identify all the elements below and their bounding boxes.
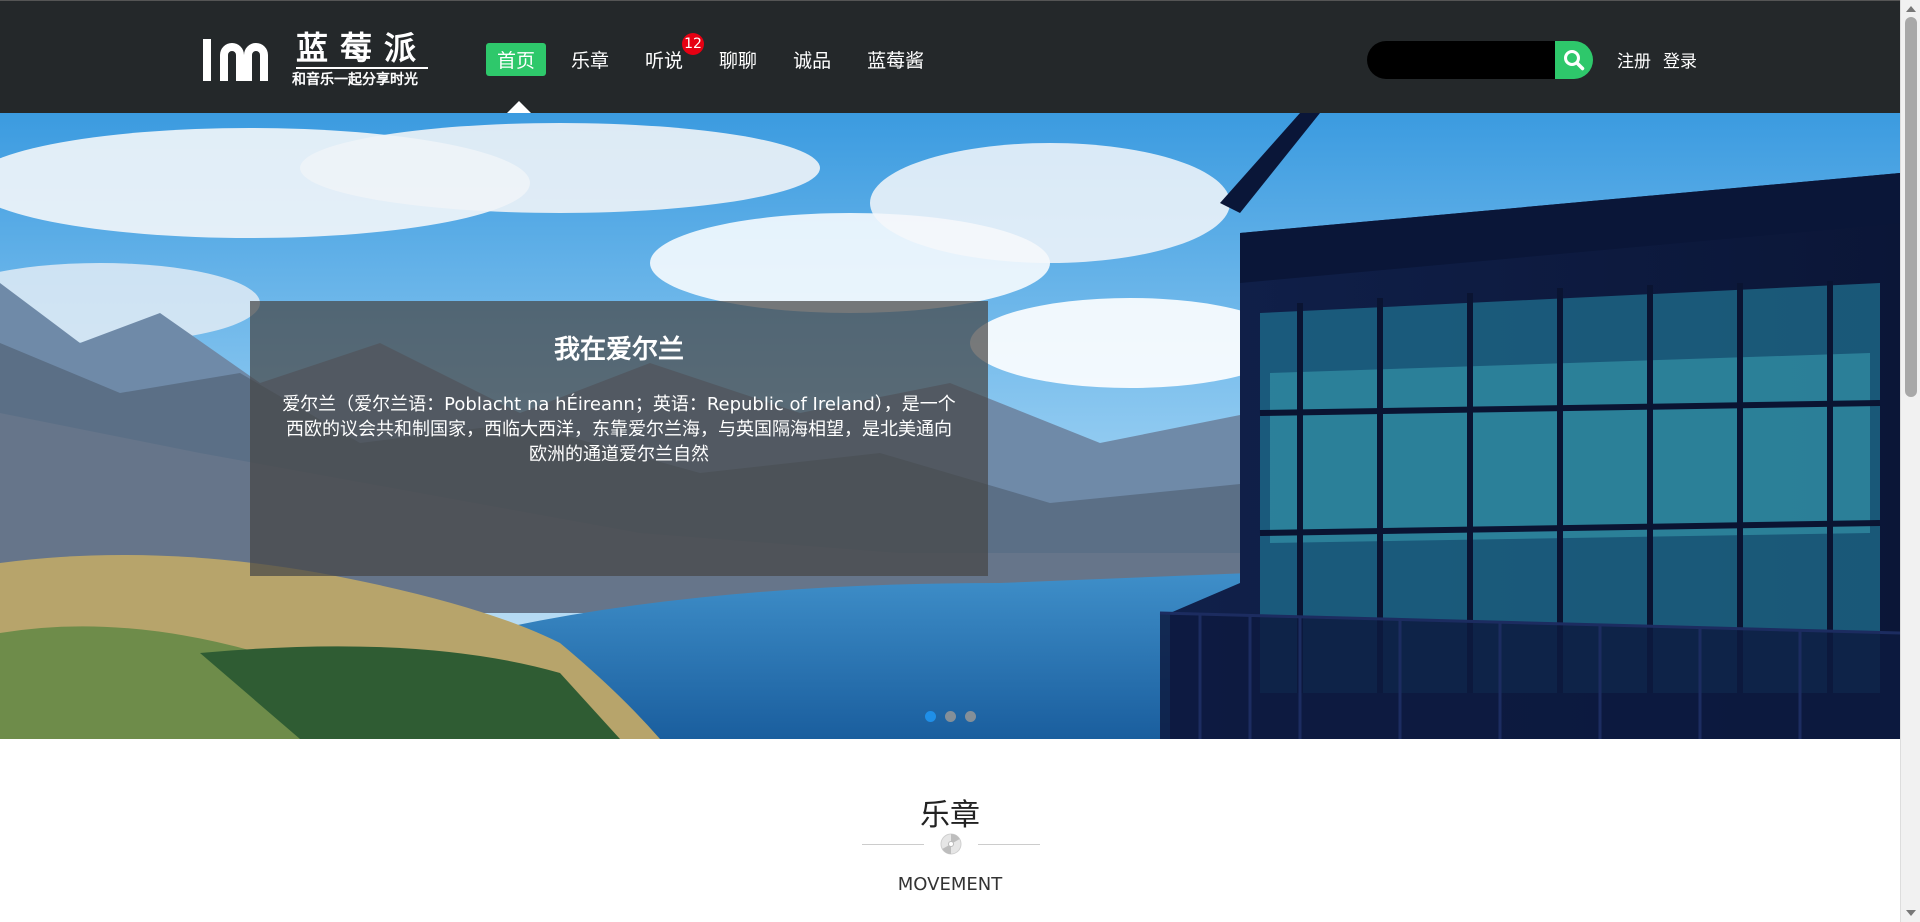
active-nav-caret [507, 101, 531, 113]
page-scrollbar[interactable] [1900, 0, 1920, 922]
top-header: 蓝莓派 和音乐一起分享时光 首页 乐章 听说 12 聊聊 诚品 蓝莓酱 注册 登… [0, 0, 1900, 113]
section-title: 乐章 [920, 798, 980, 833]
nav-item-movement[interactable]: 乐章 [560, 43, 620, 76]
main-nav: 首页 乐章 听说 12 聊聊 诚品 蓝莓酱 [486, 32, 949, 76]
nav-item-blueberry-jam[interactable]: 蓝莓酱 [856, 43, 935, 76]
site-logo[interactable]: 蓝莓派 和音乐一起分享时光 [200, 29, 430, 89]
carousel-dot-3[interactable] [965, 711, 976, 722]
search-icon [1564, 50, 1585, 71]
caption-text: 爱尔兰（爱尔兰语：Poblacht na hÉireann；英语：Republi… [282, 394, 956, 465]
section-divider [862, 833, 1040, 855]
search-button[interactable] [1555, 41, 1593, 79]
logo-title: 蓝莓派 [296, 29, 429, 69]
scroll-up-arrow-icon[interactable] [1906, 6, 1916, 12]
register-link[interactable]: 注册 [1617, 47, 1651, 72]
hero-carousel[interactable]: 我在爱尔兰 爱尔兰（爱尔兰语：Poblacht na hÉireann；英语：R… [0, 113, 1900, 739]
nav-item-listen[interactable]: 听说 12 [634, 32, 705, 76]
search-bar [1367, 41, 1593, 79]
notification-badge: 12 [682, 32, 705, 55]
login-link[interactable]: 登录 [1663, 47, 1697, 72]
disc-icon [940, 833, 962, 855]
divider-line-right [978, 844, 1040, 845]
carousel-dot-2[interactable] [945, 711, 956, 722]
section-subtitle: MOVEMENT [897, 874, 1003, 895]
caption-title: 我在爱尔兰 [553, 335, 684, 365]
nav-label: 诚品 [793, 49, 832, 72]
banner-caption: 我在爱尔兰 爱尔兰（爱尔兰语：Poblacht na hÉireann；英语：R… [250, 301, 988, 576]
auth-links: 注册 登录 [1617, 47, 1697, 72]
scroll-down-arrow-icon[interactable] [1906, 910, 1916, 916]
scrollbar-thumb[interactable] [1905, 17, 1917, 397]
nav-label: 聊聊 [719, 49, 758, 72]
nav-label: 听说 [645, 49, 684, 72]
carousel-dot-1[interactable] [925, 711, 936, 722]
nav-item-chat[interactable]: 聊聊 [708, 43, 768, 76]
carousel-dots [925, 711, 976, 722]
logo-subtitle: 和音乐一起分享时光 [292, 72, 418, 88]
nav-item-home[interactable]: 首页 [486, 42, 547, 76]
search-input[interactable] [1367, 41, 1555, 79]
nav-label: 乐章 [571, 49, 610, 72]
logo-m-icon [203, 39, 268, 81]
nav-label: 蓝莓酱 [867, 49, 925, 72]
nav-item-shop[interactable]: 诚品 [782, 43, 842, 76]
divider-line-left [862, 844, 924, 845]
nav-label: 首页 [497, 49, 536, 72]
